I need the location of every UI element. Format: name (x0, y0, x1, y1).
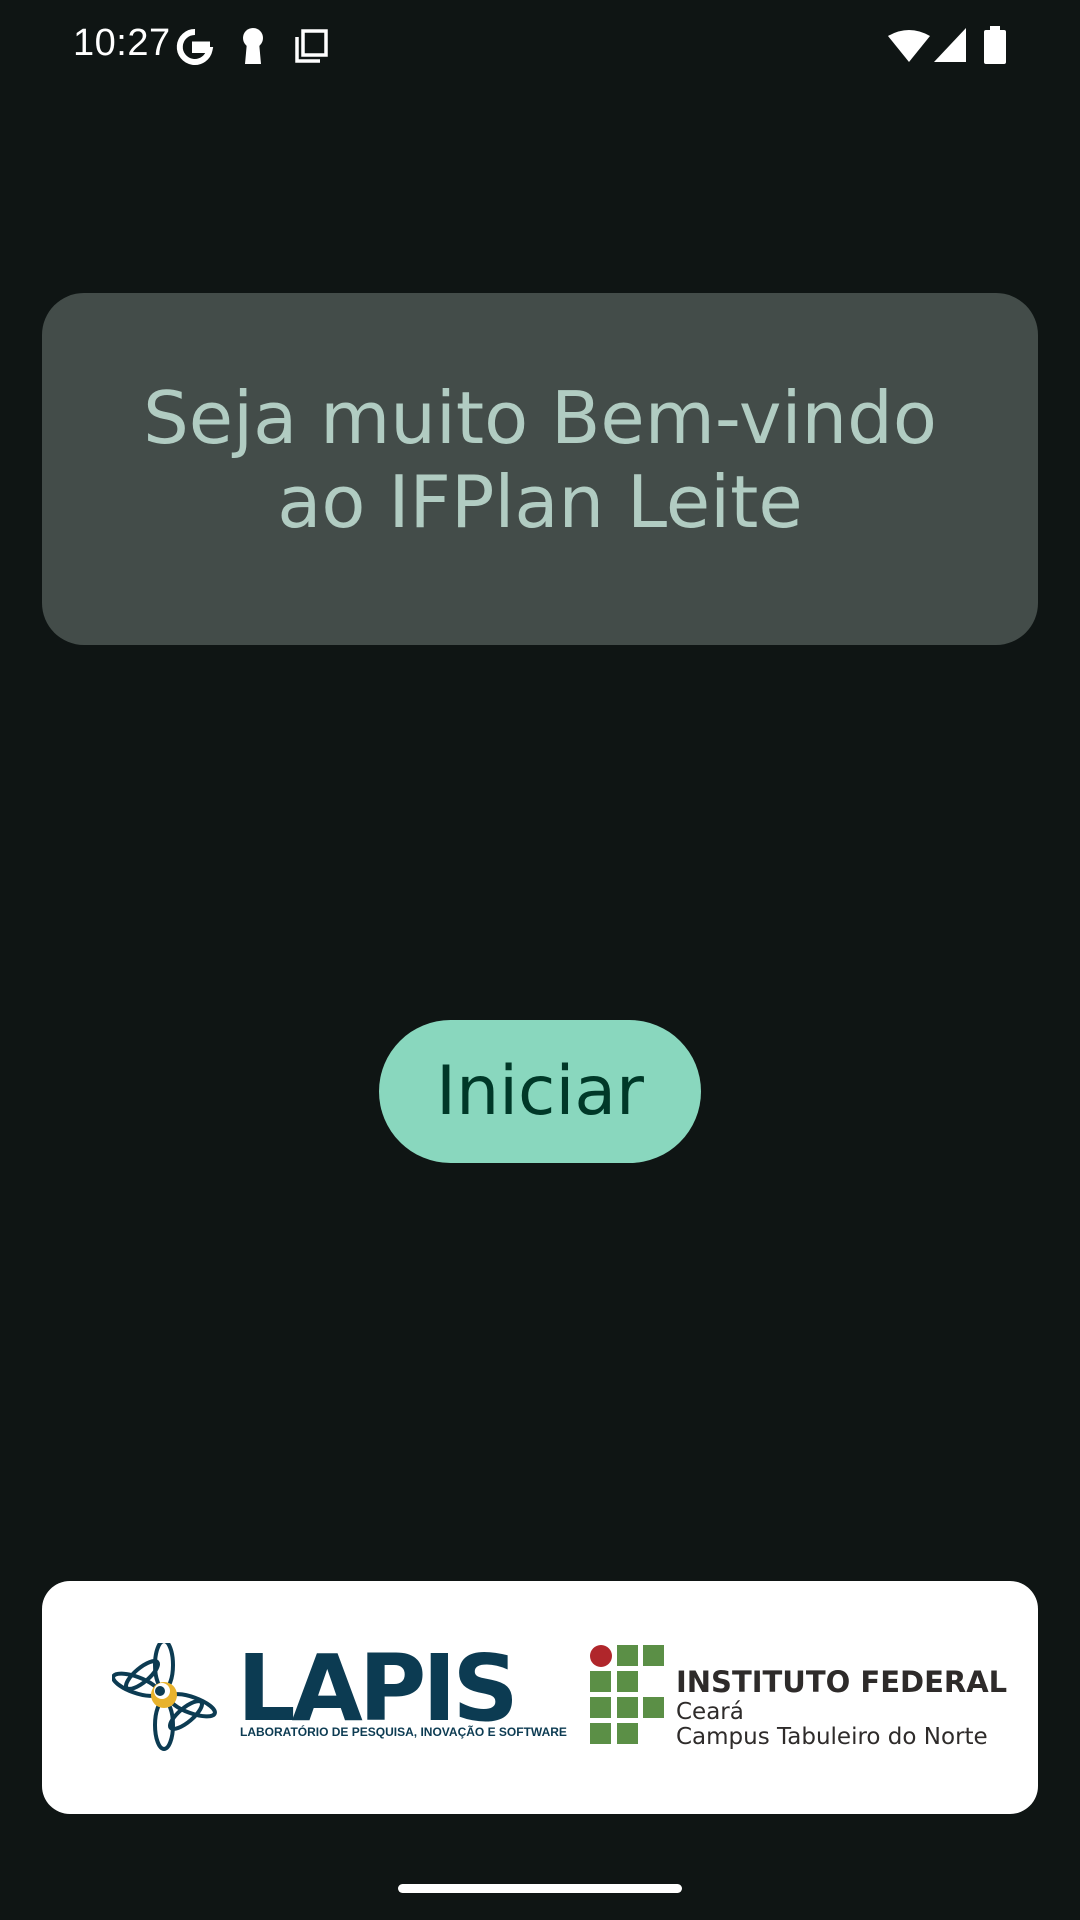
lapis-tagline: LABORATÓRIO DE PESQUISA, INOVAÇÃO E SOFT… (240, 1725, 567, 1739)
lapis-logo: LAPIS LABORATÓRIO DE PESQUISA, INOVAÇÃO … (112, 1635, 567, 1753)
battery-icon (984, 26, 1006, 64)
partner-logos-card: LAPIS LABORATÓRIO DE PESQUISA, INOVAÇÃO … (42, 1581, 1038, 1814)
instituto-federal-campus: Campus Tabuleiro do Norte (676, 1724, 988, 1750)
keyhole-icon (243, 28, 263, 64)
gesture-navigation-bar[interactable] (398, 1884, 682, 1893)
status-bar: 10:27 (0, 0, 1080, 92)
welcome-title: Seja muito Bem-vindo ao IFPlan Leite (143, 376, 937, 544)
start-button[interactable]: Iniciar (379, 1020, 701, 1163)
lapis-wordmark: LAPIS (237, 1635, 519, 1742)
signal-icon (934, 28, 966, 62)
instituto-federal-state: Ceará (676, 1699, 744, 1725)
instituto-federal-logo: INSTITUTO FEDERAL Ceará Campus Tabuleiro… (590, 1645, 1010, 1755)
welcome-card: Seja muito Bem-vindo ao IFPlan Leite (42, 293, 1038, 645)
instituto-federal-grid-icon (590, 1645, 664, 1744)
wifi-icon (888, 30, 930, 62)
lapis-flower-icon (112, 1643, 217, 1751)
google-icon (176, 28, 214, 65)
instituto-federal-title: INSTITUTO FEDERAL (676, 1665, 1008, 1699)
status-time: 10:27 (73, 22, 171, 64)
copy-icon (295, 29, 328, 63)
